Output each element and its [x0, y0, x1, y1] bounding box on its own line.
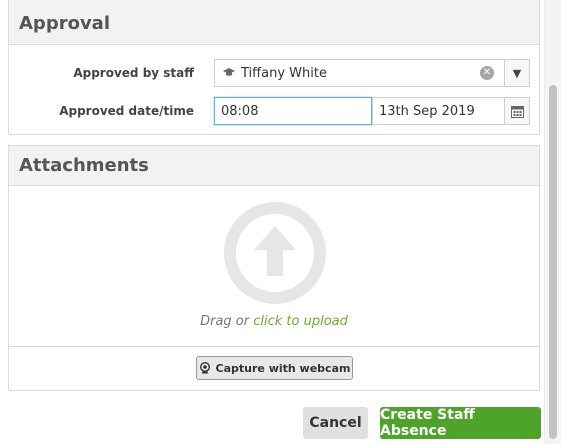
cancel-button[interactable]: Cancel [303, 407, 368, 439]
caret-down-icon[interactable]: ▼ [504, 60, 529, 86]
upload-arrow-icon[interactable] [224, 202, 326, 304]
approved-date-value: 13th Sep 2019 [379, 103, 475, 119]
approved-by-value-wrap: Tiffany White [215, 66, 480, 81]
approved-by-select[interactable]: Tiffany White ✕ ▼ [214, 59, 530, 87]
attachments-header: Attachments [9, 146, 539, 186]
scrollbar-thumb[interactable] [549, 85, 557, 439]
webcam-icon [199, 362, 210, 374]
approved-by-row: Approved by staff Tiffany White ✕ ▼ [9, 59, 539, 87]
attachments-panel: Attachments Drag or click to upload Capt… [8, 145, 540, 391]
drag-upload-text: Drag or click to upload [9, 314, 539, 329]
approval-header: Approval [9, 0, 539, 45]
capture-webcam-button[interactable]: Capture with webcam [196, 356, 353, 380]
approval-panel: Approval Approved by staff Tiffany White… [8, 0, 540, 135]
approved-date-row: Approved date/time 13th Sep 2019 [9, 97, 539, 125]
click-to-upload-link[interactable]: click to upload [253, 314, 348, 329]
clear-icon[interactable]: ✕ [480, 66, 494, 80]
approved-date-label: Approved date/time [59, 104, 194, 118]
drag-text: Drag or [200, 314, 250, 329]
create-staff-absence-button[interactable]: Create Staff Absence [380, 407, 541, 439]
calendar-icon[interactable] [504, 98, 529, 124]
approved-date-input[interactable]: 13th Sep 2019 [372, 97, 530, 125]
upload-dropzone[interactable]: Drag or click to upload [9, 186, 539, 347]
graduation-cap-icon [223, 67, 235, 80]
vertical-scrollbar[interactable] [544, 0, 561, 444]
approved-by-label: Approved by staff [73, 66, 194, 80]
approved-time-input[interactable] [214, 97, 372, 125]
approved-by-value: Tiffany White [241, 65, 327, 81]
capture-webcam-label: Capture with webcam [215, 361, 351, 375]
